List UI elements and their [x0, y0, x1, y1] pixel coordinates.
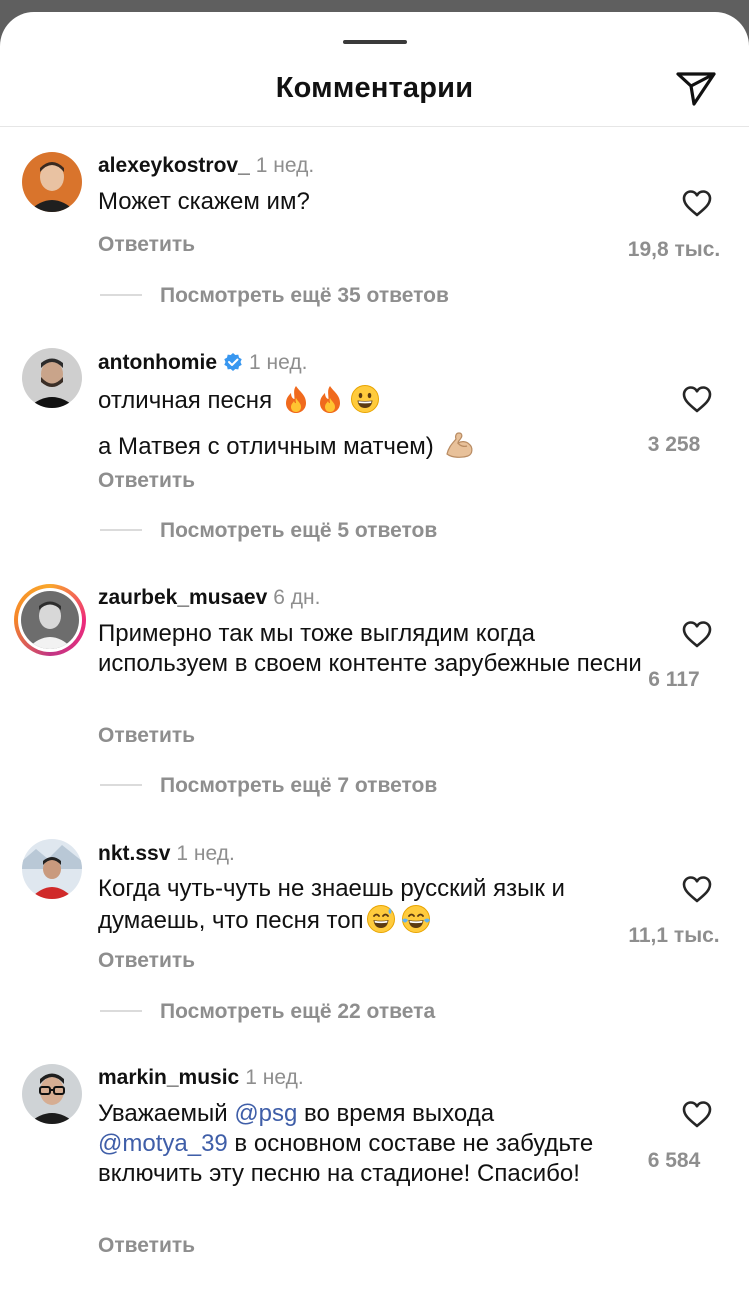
view-more-replies-label: Посмотреть ещё 7 ответов: [160, 774, 438, 797]
comment-text-part: во время выхода: [297, 1100, 495, 1127]
heart-outline-icon: [682, 621, 712, 648]
comment-text-line: думаешь, что песня топ: [98, 907, 364, 934]
username[interactable]: nkt.ssv: [98, 842, 170, 865]
view-more-replies-label: Посмотреть ещё 22 ответа: [160, 1000, 436, 1023]
reply-button[interactable]: Ответить: [98, 233, 195, 257]
sheet-grabber[interactable]: [343, 40, 407, 44]
username[interactable]: zaurbek_musaev: [98, 586, 267, 609]
like-count: 19,8 тыс.: [627, 238, 721, 261]
like-count: 6 117: [648, 668, 700, 691]
like-button[interactable]: [681, 619, 713, 649]
story-ring-avatar[interactable]: [14, 584, 86, 656]
like-button[interactable]: [681, 188, 713, 218]
view-more-replies[interactable]: Посмотреть ещё 7 ответов: [100, 774, 437, 798]
comment-text: Примерно так мы тоже выглядим когда испо…: [98, 620, 642, 677]
comment-time: 1 нед.: [176, 842, 235, 865]
username[interactable]: markin_music: [98, 1066, 239, 1089]
reply-button[interactable]: Ответить: [98, 724, 195, 748]
comment-text-line: Когда чуть-чуть не знаешь русский язык и: [98, 875, 565, 902]
like-count: 11,1 тыс.: [628, 924, 720, 947]
paper-plane-icon: [676, 72, 716, 106]
heart-outline-icon: [682, 876, 712, 903]
fire-emoji-icon: [282, 384, 310, 422]
avatar[interactable]: [22, 839, 82, 899]
header-divider: [0, 126, 749, 127]
tears-of-joy-emoji-icon: [400, 904, 432, 942]
page-title: Комментарии: [275, 72, 474, 104]
comment-text-line: а Матвея с отличным матчем): [98, 433, 434, 460]
heart-outline-icon: [682, 386, 712, 413]
avatar[interactable]: [22, 1064, 82, 1124]
comment-text: Уважаемый @psg во время выхода @motya_39 …: [98, 1099, 643, 1189]
like-count: 3 258: [647, 433, 701, 456]
reply-button[interactable]: Ответить: [98, 949, 195, 973]
avatar: [21, 591, 79, 649]
share-button[interactable]: [674, 66, 718, 110]
like-button[interactable]: [681, 384, 713, 414]
heart-outline-icon: [682, 190, 712, 217]
like-button[interactable]: [681, 874, 713, 904]
comment-text: отличная песня а Матвея с отличным матче…: [98, 384, 643, 468]
comment-text-line: отличная песня: [98, 387, 273, 414]
grinning-sweat-emoji-icon: [366, 904, 396, 942]
view-more-replies[interactable]: Посмотреть ещё 22 ответа: [100, 1000, 435, 1024]
grinning-face-emoji-icon: [350, 384, 380, 422]
avatar[interactable]: [22, 152, 82, 212]
username[interactable]: antonhomie: [98, 351, 217, 374]
comment-text: Может скажем им?: [98, 188, 310, 215]
comment-time: 1 нед.: [245, 1066, 304, 1089]
avatar[interactable]: [22, 348, 82, 408]
like-button[interactable]: [681, 1099, 713, 1129]
heart-outline-icon: [682, 1101, 712, 1128]
comment-text: Когда чуть-чуть не знаешь русский язык и…: [98, 874, 643, 942]
comment-time: 1 нед.: [249, 351, 308, 374]
reply-button[interactable]: Ответить: [98, 469, 195, 493]
view-more-replies-label: Посмотреть ещё 5 ответов: [160, 519, 438, 542]
mention-link[interactable]: @motya_39: [98, 1130, 228, 1157]
fire-emoji-icon: [316, 384, 344, 422]
view-more-replies[interactable]: Посмотреть ещё 5 ответов: [100, 519, 437, 543]
mention-link[interactable]: @psg: [234, 1100, 297, 1127]
reply-button[interactable]: Ответить: [98, 1234, 195, 1258]
flexed-biceps-emoji-icon: [444, 430, 476, 468]
view-more-replies-label: Посмотреть ещё 35 ответов: [160, 284, 449, 307]
like-count: 6 584: [647, 1149, 701, 1172]
verified-badge-icon: [223, 352, 243, 378]
view-more-replies[interactable]: Посмотреть ещё 35 ответов: [100, 284, 449, 308]
comment-time: 1 нед.: [255, 154, 315, 177]
comment-time: 6 дн.: [273, 586, 321, 609]
username[interactable]: alexeykostrov_: [98, 154, 250, 177]
comment-text-part: Уважаемый: [98, 1100, 235, 1127]
